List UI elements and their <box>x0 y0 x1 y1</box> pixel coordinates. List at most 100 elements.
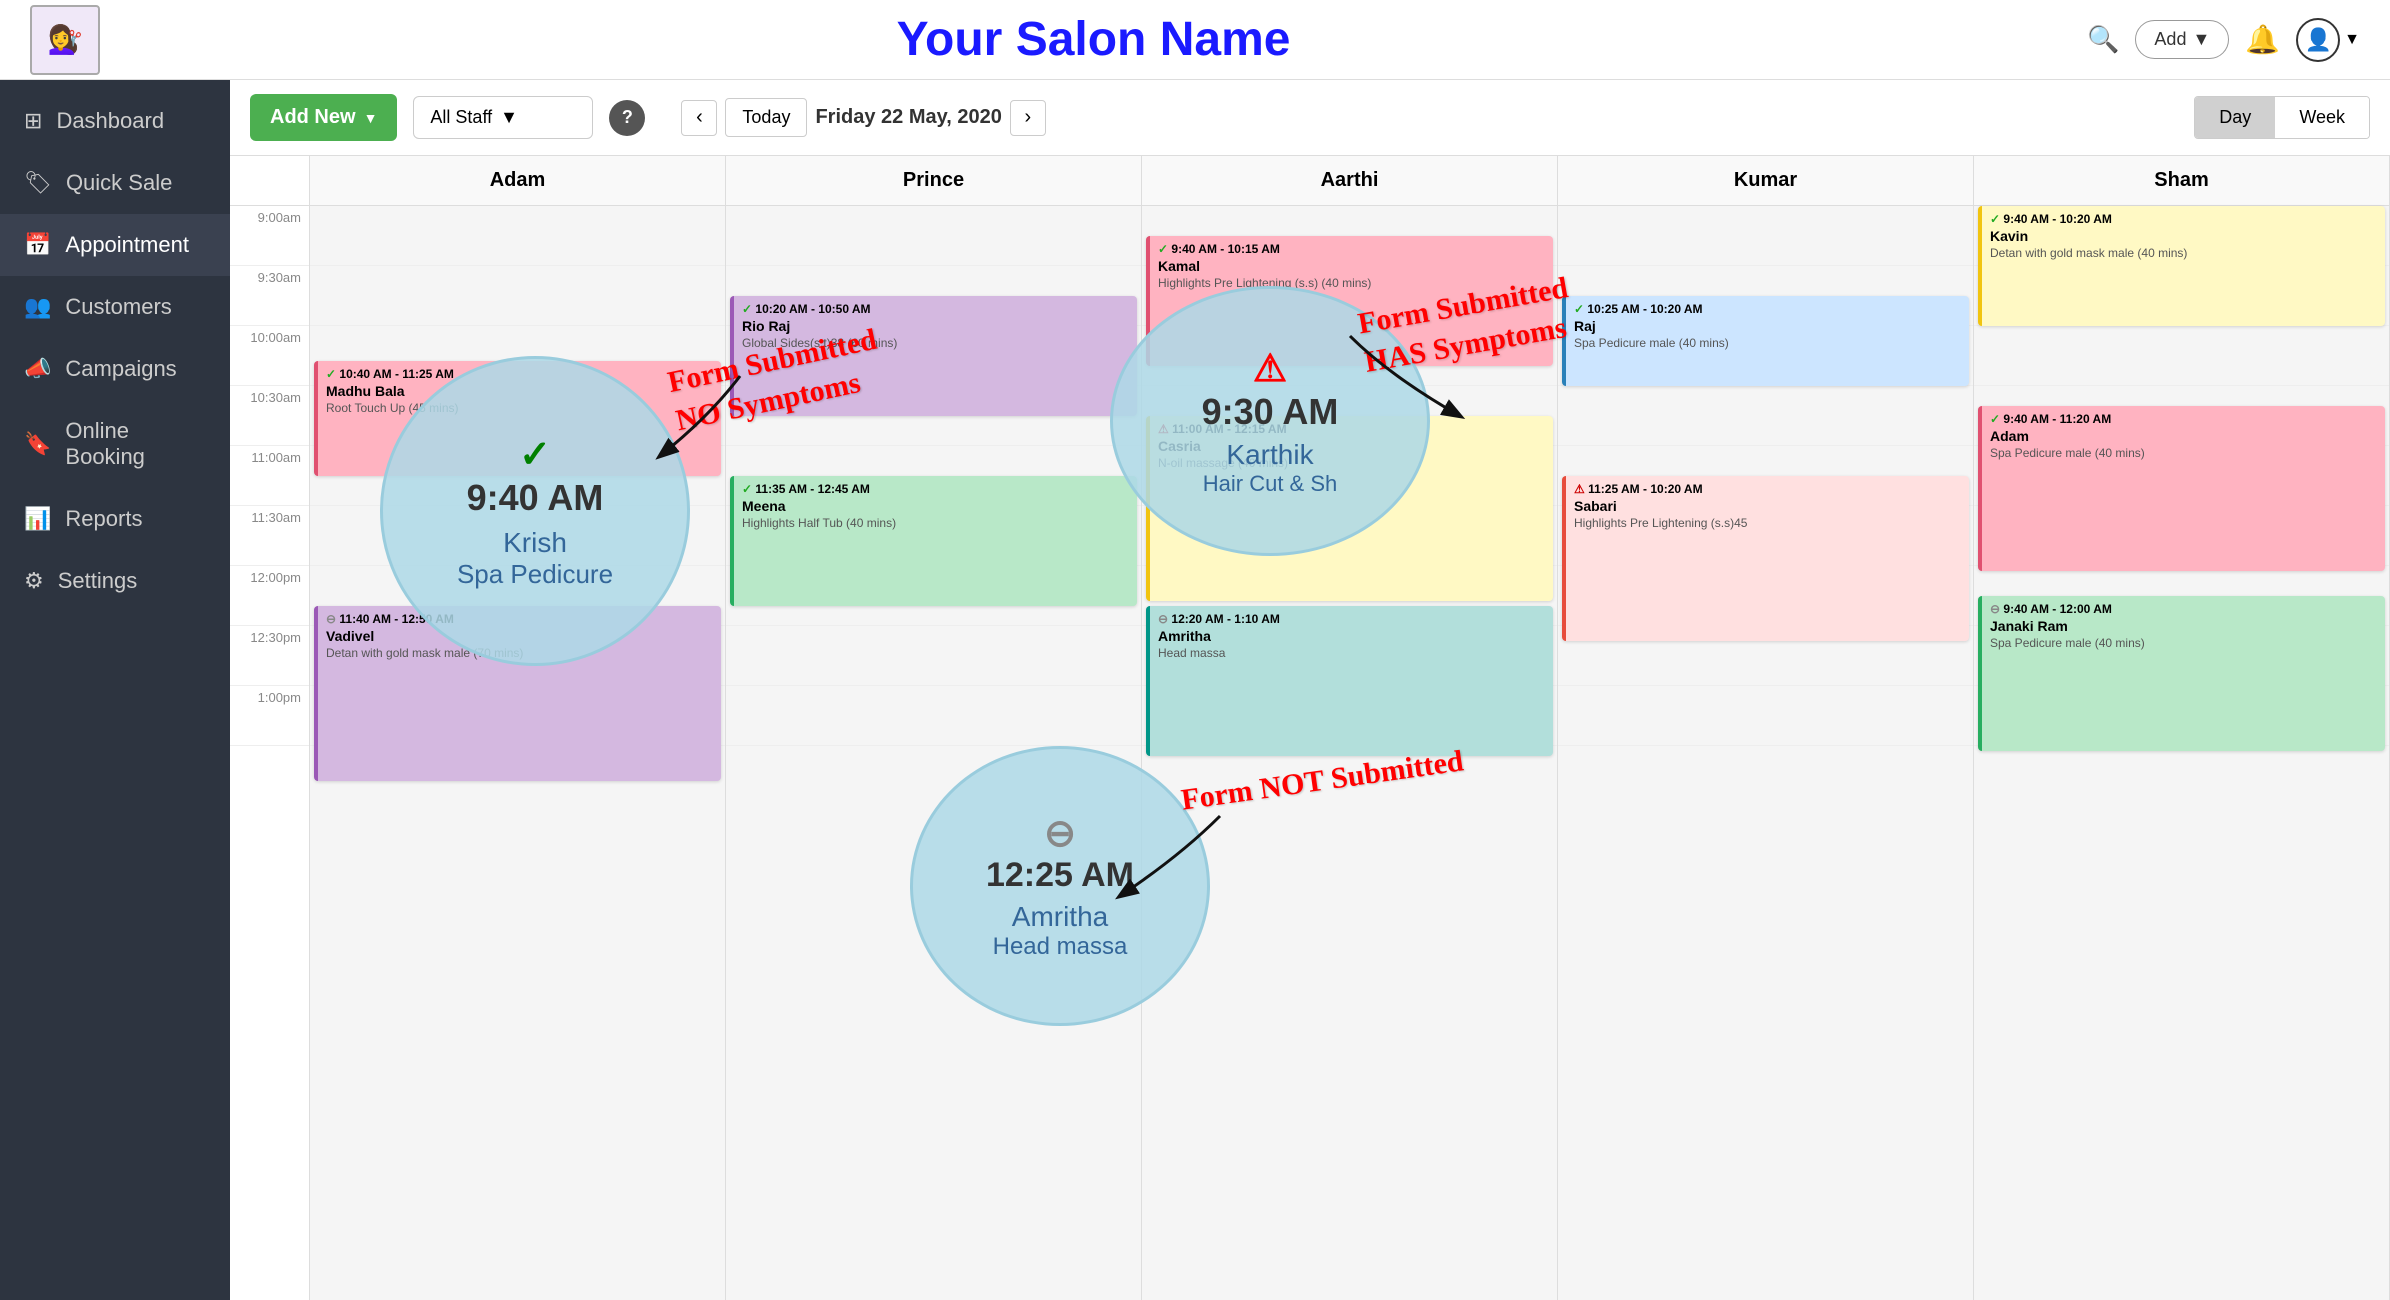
appt-service: Global Sides(s.t)38 (60 mins) <box>742 336 1129 350</box>
user-menu[interactable]: 👤 ▼ <box>2296 18 2360 62</box>
staff-header-adam: Adam <box>310 156 725 206</box>
staff-body-adam: ✓ 10:40 AM - 11:25 AM Madhu Bala Root To… <box>310 206 725 1300</box>
time-slot-930: 9:30am <box>230 266 309 326</box>
next-date-button[interactable]: › <box>1010 100 1046 136</box>
week-view-button[interactable]: Week <box>2275 97 2369 138</box>
row <box>726 206 1141 266</box>
appointment-sabari[interactable]: ⚠ 11:25 AM - 10:20 AM Sabari Highlights … <box>1562 476 1969 641</box>
sidebar-item-dashboard[interactable]: ⊞ Dashboard <box>0 90 230 152</box>
appt-name: Madhu Bala <box>326 383 713 399</box>
time-slot-900: 9:00am <box>230 206 309 266</box>
sidebar-label-customers: Customers <box>65 294 171 320</box>
appointment-vadivel[interactable]: ⊖ 11:40 AM - 12:50 AM Vadivel Detan with… <box>314 606 721 781</box>
appointment-meena[interactable]: ✓ 11:35 AM - 12:45 AM Meena Highlights H… <box>730 476 1137 606</box>
row <box>310 266 725 326</box>
sidebar-item-customers[interactable]: 👥 Customers <box>0 276 230 338</box>
row <box>310 506 725 566</box>
appt-name: Casria <box>1158 438 1545 454</box>
sidebar-item-appointment[interactable]: 📅 Appointment <box>0 214 230 276</box>
logo-area: 💇‍♀️ <box>30 5 100 75</box>
main-content: Add New ▼ All Staff ▼ ? ‹ Today Friday 2… <box>230 80 2390 1300</box>
sidebar-label-settings: Settings <box>58 568 138 594</box>
appt-time: ✓ 10:40 AM - 11:25 AM <box>326 367 713 381</box>
add-new-chevron-icon: ▼ <box>364 110 378 126</box>
sidebar: ⊞ Dashboard 🏷 Quick Sale 📅 Appointment 👥… <box>0 80 230 1300</box>
appt-name: Amritha <box>1158 628 1545 644</box>
appt-service: Detan with gold mask male (40 mins) <box>1990 246 2377 260</box>
time-slot-1230: 12:30pm <box>230 626 309 686</box>
appointment-kavin[interactable]: ✓ 9:40 AM - 10:20 AM Kavin Detan with go… <box>1978 206 2385 326</box>
appointment-adam-sham[interactable]: ✓ 9:40 AM - 11:20 AM Adam Spa Pedicure m… <box>1978 406 2385 571</box>
appt-time: ⊖ 9:40 AM - 12:00 AM <box>1990 602 2377 616</box>
appt-time: ✓ 10:25 AM - 10:20 AM <box>1574 302 1961 316</box>
appt-service: Root Touch Up (45 mins) <box>326 401 713 415</box>
reports-icon: 📊 <box>24 506 51 532</box>
sidebar-item-quicksale[interactable]: 🏷 Quick Sale <box>0 152 230 214</box>
staff-filter-dropdown[interactable]: All Staff ▼ <box>413 96 593 139</box>
user-avatar: 👤 <box>2296 18 2340 62</box>
appt-name: Kamal <box>1158 258 1545 274</box>
staff-columns: Adam ✓ 10:40 AM - 11:25 AM <box>310 156 2390 1300</box>
sidebar-label-reports: Reports <box>65 506 142 532</box>
appt-name: Janaki Ram <box>1990 618 2377 634</box>
add-new-label: Add New <box>270 106 356 129</box>
sidebar-label-quicksale: Quick Sale <box>66 170 172 196</box>
appt-time: ⊖ 12:20 AM - 1:10 AM <box>1158 612 1545 626</box>
row <box>726 626 1141 686</box>
staff-header-sham: Sham <box>1974 156 2389 206</box>
top-header: 💇‍♀️ Your Salon Name 🔍 Add ▼ 🔔 👤 ▼ <box>0 0 2390 80</box>
appointment-madhu-bala[interactable]: ✓ 10:40 AM - 11:25 AM Madhu Bala Root To… <box>314 361 721 476</box>
sidebar-label-dashboard: Dashboard <box>56 108 164 134</box>
appointment-kamal[interactable]: ✓ 9:40 AM - 10:15 AM Kamal Highlights Pr… <box>1146 236 1553 366</box>
campaigns-icon: 📣 <box>24 356 51 382</box>
day-view-button[interactable]: Day <box>2195 97 2275 138</box>
time-slot-1130: 11:30am <box>230 506 309 566</box>
sidebar-item-campaigns[interactable]: 📣 Campaigns <box>0 338 230 400</box>
view-toggle: Day Week <box>2194 96 2370 139</box>
appointment-casria[interactable]: ⚠ 11:00 AM - 12:15 AM Casria N-oil massa… <box>1146 416 1553 601</box>
appointment-raj[interactable]: ✓ 10:25 AM - 10:20 AM Raj Spa Pedicure m… <box>1562 296 1969 386</box>
notification-icon[interactable]: 🔔 <box>2245 23 2280 56</box>
staff-col-prince: Prince ✓ 10:20 AM - 10:50 AM <box>726 156 1142 1300</box>
time-slot-1000: 10:00am <box>230 326 309 386</box>
appointment-janaki-ram[interactable]: ⊖ 9:40 AM - 12:00 AM Janaki Ram Spa Pedi… <box>1978 596 2385 751</box>
add-label: Add <box>2154 29 2186 50</box>
staff-chevron-icon: ▼ <box>500 107 518 128</box>
appt-time: ✓ 11:35 AM - 12:45 AM <box>742 482 1129 496</box>
time-slot-1200: 12:00pm <box>230 566 309 626</box>
prev-date-button[interactable]: ‹ <box>681 100 717 136</box>
header-actions: 🔍 Add ▼ 🔔 👤 ▼ <box>2087 18 2360 62</box>
sidebar-item-settings[interactable]: ⚙ Settings <box>0 550 230 612</box>
sidebar-item-reports[interactable]: 📊 Reports <box>0 488 230 550</box>
customers-icon: 👥 <box>24 294 51 320</box>
staff-header-prince: Prince <box>726 156 1141 206</box>
today-button[interactable]: Today <box>725 98 807 137</box>
staff-header-aarthi: Aarthi <box>1142 156 1557 206</box>
quicksale-icon: 🏷 <box>24 170 52 196</box>
appt-time: ✓ 9:40 AM - 10:20 AM <box>1990 212 2377 226</box>
add-dropdown-button[interactable]: Add ▼ <box>2135 20 2229 59</box>
appt-service: Spa Pedicure male (40 mins) <box>1574 336 1961 350</box>
appt-service: Highlights Pre Lightening (s.s) (40 mins… <box>1158 276 1545 290</box>
appt-name: Rio Raj <box>742 318 1129 334</box>
current-date-label: Friday 22 May, 2020 <box>815 106 1001 129</box>
appointment-icon: 📅 <box>24 232 51 258</box>
onlinebooking-icon: 🔖 <box>24 431 51 457</box>
appointment-rio-raj[interactable]: ✓ 10:20 AM - 10:50 AM Rio Raj Global Sid… <box>730 296 1137 416</box>
date-nav-group: ‹ Today Friday 22 May, 2020 › <box>681 98 1045 137</box>
sidebar-item-onlinebooking[interactable]: 🔖 Online Booking <box>0 400 230 488</box>
time-slot-1300: 1:00pm <box>230 686 309 746</box>
staff-body-kumar: ✓ 10:25 AM - 10:20 AM Raj Spa Pedicure m… <box>1558 206 1973 1300</box>
row <box>1558 206 1973 266</box>
toolbar: Add New ▼ All Staff ▼ ? ‹ Today Friday 2… <box>230 80 2390 156</box>
appt-service: Highlights Half Tub (40 mins) <box>742 516 1129 530</box>
appointment-amritha[interactable]: ⊖ 12:20 AM - 1:10 AM Amritha Head massa <box>1146 606 1553 756</box>
user-chevron-icon: ▼ <box>2344 31 2360 49</box>
search-button[interactable]: 🔍 <box>2087 24 2119 55</box>
help-button[interactable]: ? <box>609 100 645 136</box>
add-new-button[interactable]: Add New ▼ <box>250 94 397 141</box>
appt-name: Kavin <box>1990 228 2377 244</box>
appt-service: Head massa <box>1158 646 1545 660</box>
row <box>1974 326 2389 386</box>
chevron-down-icon: ▼ <box>2192 29 2210 50</box>
